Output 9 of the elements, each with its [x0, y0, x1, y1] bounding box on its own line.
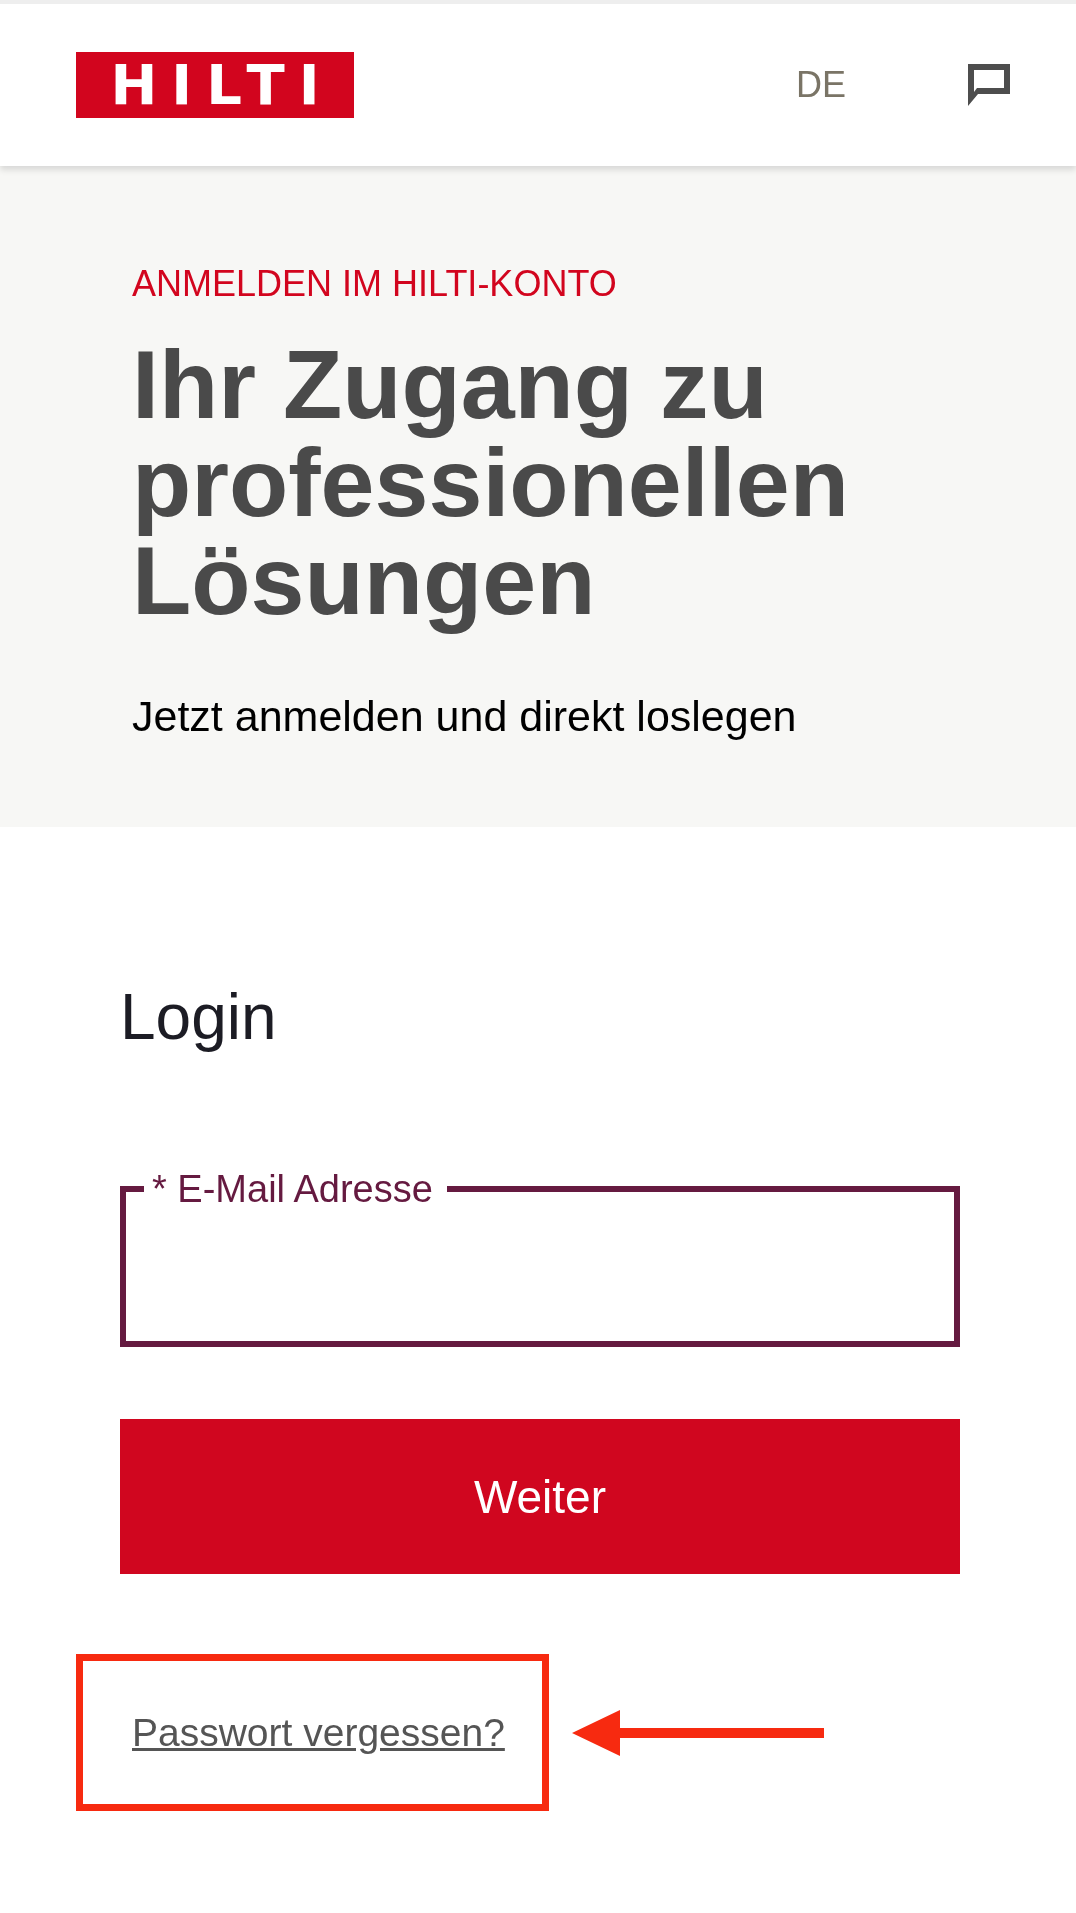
chat-icon[interactable] — [966, 62, 1012, 108]
continue-button[interactable]: Weiter — [120, 1419, 960, 1574]
hero-subtitle: Jetzt anmelden und direkt loslegen — [132, 692, 798, 741]
arrow-icon — [572, 1707, 824, 1758]
login-title: Login — [120, 980, 278, 1055]
language-button[interactable]: DE — [796, 64, 846, 106]
forgot-password-link[interactable]: Passwort vergessen? — [132, 1710, 505, 1755]
logo[interactable]: HILTI — [76, 52, 354, 118]
eyebrow-text: ANMELDEN IM HILTI-KONTO — [132, 262, 618, 306]
